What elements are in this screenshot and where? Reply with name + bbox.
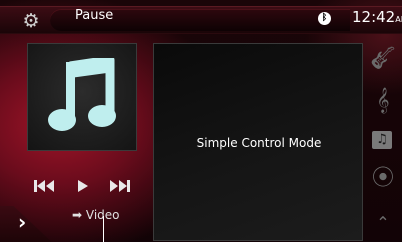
clock-time: 12:42 [352,8,396,26]
guitar-icon[interactable]: 🎸︎ [367,44,399,74]
touch-indicator [103,216,104,242]
double-chevron-up-icon[interactable]: ⌃ [367,208,399,238]
playback-status: Pause [75,8,114,23]
media-player-screen: ⚙ Pause ᛒ 12:42AM › ➡ Video Simple Contr… [0,0,402,242]
simple-control-mode-label: Simple Control Mode [196,136,322,150]
album-art [27,43,137,151]
music-box-icon[interactable]: ♫ [367,126,399,156]
next-icon[interactable] [108,178,130,194]
status-bar: ⚙ [0,6,402,34]
radio-antenna-icon[interactable]: ⦿ [367,164,399,194]
bluetooth-icon: ᛒ [318,12,331,25]
video-link[interactable]: ➡ Video [72,208,120,222]
previous-icon[interactable] [34,178,56,194]
main-panel[interactable]: Simple Control Mode [153,43,363,241]
clock-ampm: AM [395,15,402,24]
chevron-right-icon[interactable]: › [18,211,38,233]
play-icon[interactable] [77,178,89,194]
music-note-icon [48,58,116,131]
clock: 12:42AM [352,8,402,26]
treble-clef-icon[interactable]: 𝄞 [367,86,399,116]
source-bar: 🎸︎ 𝄞 ♫ ⦿ ⌃ [367,40,402,242]
gear-icon[interactable]: ⚙ [20,10,42,32]
